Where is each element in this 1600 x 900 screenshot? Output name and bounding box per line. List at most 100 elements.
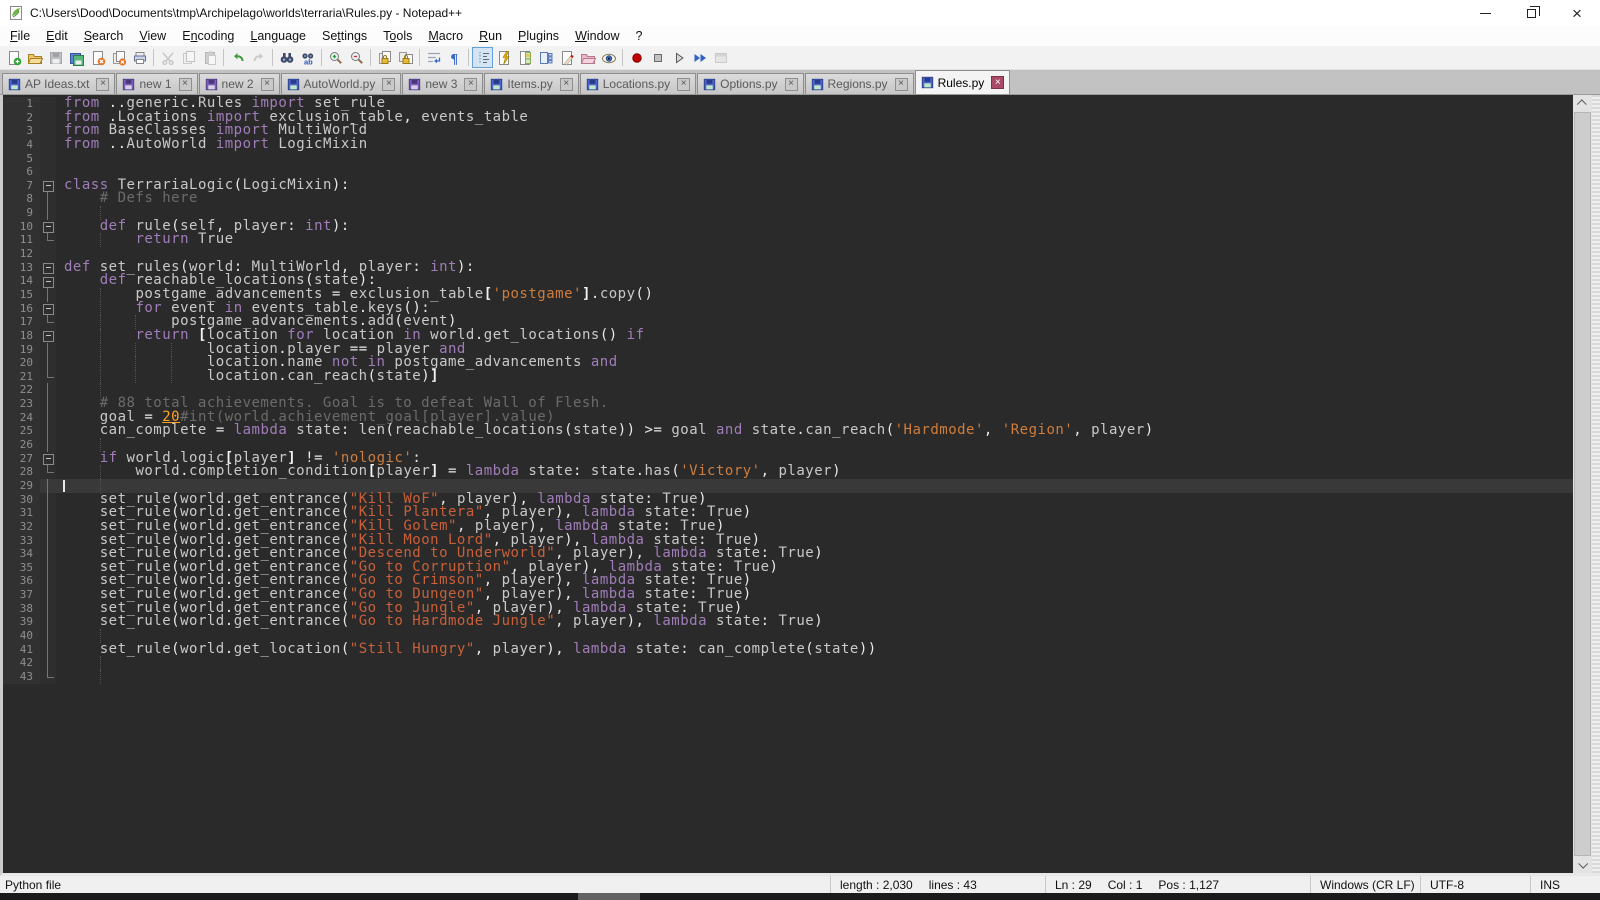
menu-file[interactable]: File (2, 26, 38, 46)
zoom-in-button[interactable] (325, 47, 346, 68)
code-line-25[interactable]: 25 can_complete = lambda state: len(reac… (3, 424, 1573, 438)
tab-new-2[interactable]: new 2× (199, 73, 280, 94)
minimize-button[interactable] (1462, 0, 1508, 26)
redo-button[interactable] (248, 47, 269, 68)
tab-options-py[interactable]: Options.py× (697, 73, 803, 94)
tab-new-3[interactable]: new 3× (402, 73, 483, 94)
line-number: 24 (3, 411, 40, 425)
close-tab-icon[interactable]: × (895, 78, 908, 91)
menu-help[interactable]: ? (628, 26, 651, 46)
vertical-scrollbar[interactable] (1573, 95, 1592, 873)
menu-settings[interactable]: Settings (314, 26, 375, 46)
monitoring-button[interactable] (598, 47, 619, 68)
code-line-42[interactable]: 42 (3, 656, 1573, 670)
menu-macro[interactable]: Macro (420, 26, 471, 46)
fold-collapse-icon[interactable] (40, 179, 56, 193)
stop-recording-button[interactable] (647, 47, 668, 68)
code-line-28[interactable]: 28 world.completion_condition[player] = … (3, 465, 1573, 479)
run-macro-multiple-times-button[interactable] (689, 47, 710, 68)
close-tab-icon[interactable]: × (261, 78, 274, 91)
close-tab-icon[interactable]: × (785, 78, 798, 91)
sync-horizontal-scroll-button[interactable] (395, 47, 416, 68)
fold-collapse-icon[interactable] (40, 302, 56, 316)
show-all-characters-button[interactable]: ¶ (444, 47, 465, 68)
open-file-icon (27, 50, 43, 66)
undo-button[interactable] (227, 47, 248, 68)
close-tab-icon[interactable]: × (382, 78, 395, 91)
project-panel-button[interactable] (577, 47, 598, 68)
menu-window[interactable]: Window (567, 26, 627, 46)
paste-button[interactable] (199, 47, 220, 68)
line-number: 13 (3, 261, 40, 275)
restore-button[interactable] (1508, 0, 1554, 26)
line-number: 20 (3, 356, 40, 370)
new-file-button[interactable] (3, 47, 24, 68)
code-line-5[interactable]: 5 (3, 152, 1573, 166)
document-map-button[interactable] (514, 47, 535, 68)
editor[interactable]: 1from ..generic.Rules import set_rule2fr… (0, 95, 1600, 876)
code-line-43[interactable]: 43 (3, 670, 1573, 684)
tab-ap-ideas-txt[interactable]: AP Ideas.txt× (2, 73, 115, 94)
code-line-10[interactable]: 10 def rule(self, player: int): (3, 220, 1573, 234)
menu-language[interactable]: Language (242, 26, 314, 46)
zoom-out-button[interactable] (346, 47, 367, 68)
fold-collapse-icon[interactable] (40, 261, 56, 275)
copy-button[interactable] (178, 47, 199, 68)
scroll-down-arrow-icon[interactable] (1573, 856, 1592, 873)
code-line-8[interactable]: 8 # Defs here (3, 192, 1573, 206)
scrollbar-thumb[interactable] (1574, 112, 1591, 856)
code-line-41[interactable]: 41 set_rule(world.get_location("Still Hu… (3, 643, 1573, 657)
menu-encoding[interactable]: Encoding (174, 26, 242, 46)
save-recorded-macro-button[interactable] (710, 47, 731, 68)
find-button[interactable] (276, 47, 297, 68)
tab-items-py[interactable]: Items.py× (484, 73, 578, 94)
start-recording-button[interactable] (626, 47, 647, 68)
code-line-21[interactable]: 21 location.can_reach(state)] (3, 370, 1573, 384)
close-all-button[interactable] (108, 47, 129, 68)
status-insert-mode[interactable]: INS (1530, 876, 1600, 893)
playback-macro-button[interactable] (668, 47, 689, 68)
sync-vertical-scroll-button[interactable] (374, 47, 395, 68)
sync-vertical-scroll-icon (377, 50, 393, 66)
close-tab-icon[interactable]: × (96, 78, 109, 91)
menu-run[interactable]: Run (471, 26, 510, 46)
replace-button[interactable]: ab (297, 47, 318, 68)
fold-collapse-icon[interactable] (40, 274, 56, 288)
folder-as-workspace-button[interactable] (556, 47, 577, 68)
close-tab-icon[interactable]: × (991, 76, 1004, 89)
close-button[interactable] (87, 47, 108, 68)
fold-collapse-icon[interactable] (40, 220, 56, 234)
close-tab-icon[interactable]: × (179, 78, 192, 91)
tab-autoworld-py[interactable]: AutoWorld.py× (281, 73, 402, 94)
tab-regions-py[interactable]: Regions.py× (805, 73, 914, 94)
close-tab-icon[interactable]: × (560, 78, 573, 91)
indent-guide-button[interactable] (472, 47, 493, 68)
code-line-4[interactable]: 4from ..AutoWorld import LogicMixin (3, 138, 1573, 152)
function-list-button[interactable] (493, 47, 514, 68)
tab-rules-py[interactable]: Rules.py× (915, 70, 1011, 94)
cut-button[interactable] (157, 47, 178, 68)
tab-locations-py[interactable]: Locations.py× (580, 73, 696, 94)
close-window-button[interactable]: × (1554, 0, 1600, 26)
menu-tools[interactable]: Tools (375, 26, 420, 46)
close-tab-icon[interactable]: × (464, 78, 477, 91)
save-button[interactable] (45, 47, 66, 68)
code-line-11[interactable]: 11 return True (3, 233, 1573, 247)
code-line-7[interactable]: 7class TerrariaLogic(LogicMixin): (3, 179, 1573, 193)
fold-collapse-icon[interactable] (40, 452, 56, 466)
word-wrap-button[interactable] (423, 47, 444, 68)
menu-search[interactable]: Search (76, 26, 132, 46)
tab-new-1[interactable]: new 1× (116, 73, 197, 94)
menu-plugins[interactable]: Plugins (510, 26, 567, 46)
menu-edit[interactable]: Edit (38, 26, 76, 46)
toolbar-separator (622, 49, 623, 66)
close-tab-icon[interactable]: × (677, 78, 690, 91)
open-file-button[interactable] (24, 47, 45, 68)
scroll-up-arrow-icon[interactable] (1573, 95, 1592, 112)
fold-collapse-icon[interactable] (40, 329, 56, 343)
code-line-39[interactable]: 39 set_rule(world.get_entrance("Go to Ha… (3, 615, 1573, 629)
document-list-button[interactable] (535, 47, 556, 68)
print-button[interactable] (129, 47, 150, 68)
save-all-button[interactable] (66, 47, 87, 68)
menu-view[interactable]: View (131, 26, 174, 46)
